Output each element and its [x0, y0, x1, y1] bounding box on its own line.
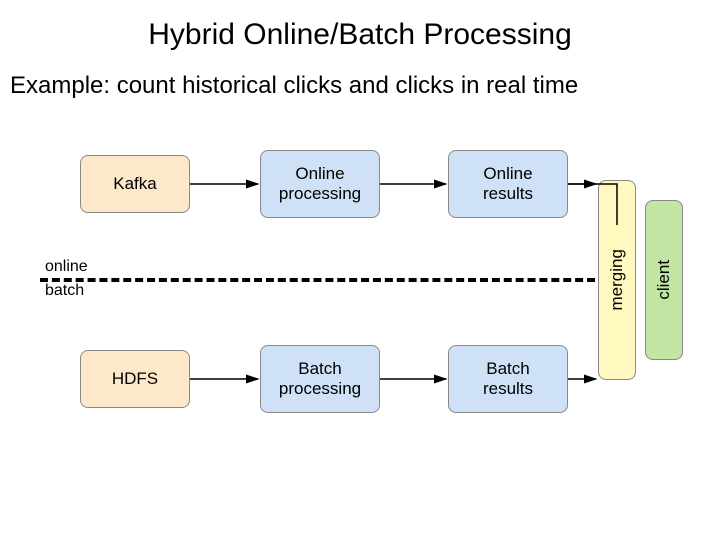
- node-batch-results: Batchresults: [448, 345, 568, 413]
- node-online-processing-label: Onlineprocessing: [279, 164, 361, 203]
- node-client: client: [645, 200, 683, 360]
- lane-divider: [40, 278, 595, 282]
- node-merging: merging: [598, 180, 636, 380]
- node-hdfs-label: HDFS: [112, 369, 158, 389]
- lane-label-online: online: [45, 258, 88, 276]
- node-kafka: Kafka: [80, 155, 190, 213]
- node-kafka-label: Kafka: [113, 174, 156, 194]
- node-online-results-label: Onlineresults: [483, 164, 533, 203]
- node-online-processing: Onlineprocessing: [260, 150, 380, 218]
- node-merging-label: merging: [607, 249, 627, 310]
- node-batch-processing: Batchprocessing: [260, 345, 380, 413]
- node-online-results: Onlineresults: [448, 150, 568, 218]
- diagram-title: Hybrid Online/Batch Processing: [0, 18, 720, 52]
- node-hdfs: HDFS: [80, 350, 190, 408]
- diagram-subtitle: Example: count historical clicks and cli…: [10, 72, 710, 100]
- lane-label-batch: batch: [45, 282, 84, 300]
- node-client-label: client: [654, 260, 674, 300]
- node-batch-processing-label: Batchprocessing: [279, 359, 361, 398]
- node-batch-results-label: Batchresults: [483, 359, 533, 398]
